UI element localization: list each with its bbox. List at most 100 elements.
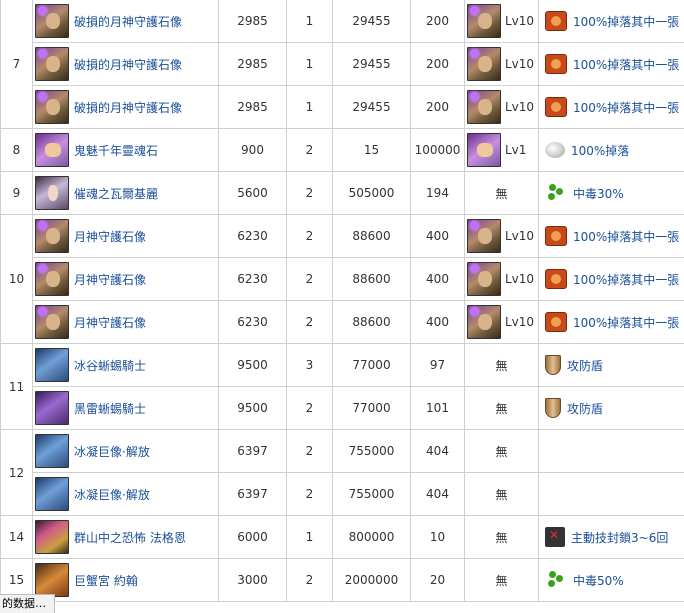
monster-name-link[interactable]: 黑雷蜥蜴騎士 — [74, 400, 146, 417]
pct-cell: 101 — [410, 386, 465, 430]
monster-name-link[interactable]: 群山中之恐怖 法格恩 — [74, 529, 186, 546]
statue-portrait-icon[interactable] — [467, 305, 501, 339]
table-row: 10 月神守護石像 6230 2 88600 400 Lv10 100%掉落其中… — [0, 214, 684, 344]
drop-text[interactable]: 攻防盾 — [567, 400, 603, 417]
cost-cell: 6397 — [218, 429, 287, 473]
pct-cell: 200 — [410, 0, 465, 43]
monster-name-link[interactable]: 破損的月神守護石像 — [74, 13, 182, 30]
level-cell: 1 — [286, 42, 333, 86]
cost-cell: 6000 — [218, 515, 287, 559]
ghost-portrait-icon[interactable] — [467, 133, 501, 167]
monster-name-link[interactable]: 月神守護石像 — [74, 228, 146, 245]
statue-portrait-icon[interactable] — [467, 90, 501, 124]
ghost-portrait-icon[interactable] — [35, 133, 69, 167]
cost-cell: 6397 — [218, 472, 287, 516]
evo-none: 無 — [464, 429, 539, 473]
drop-text[interactable]: 100%掉落其中一張 — [573, 56, 679, 73]
blue-knight-portrait-icon[interactable] — [35, 348, 69, 382]
ice-golem-portrait-icon[interactable] — [35, 434, 69, 468]
level-cell: 2 — [286, 386, 333, 430]
table-row: 8 鬼魅千年靈魂石 900 2 15 100000 Lv1 100%掉落 — [0, 128, 684, 172]
statue-portrait-icon[interactable] — [35, 219, 69, 253]
drop-text[interactable]: 100%掉落其中一張 — [573, 99, 679, 116]
statue-portrait-icon[interactable] — [467, 4, 501, 38]
table-row: 月神守護石像 6230 2 88600 400 Lv10 100%掉落其中一張 — [1, 257, 684, 301]
ice-golem-portrait-icon[interactable] — [35, 477, 69, 511]
statue-portrait-icon[interactable] — [35, 47, 69, 81]
drop-text[interactable]: 中毒30% — [573, 185, 624, 202]
statue-portrait-icon[interactable] — [35, 305, 69, 339]
table-row: 11 冰谷蜥蜴騎士 9500 3 77000 97 無 攻防盾 — [0, 343, 684, 430]
level-cell: 2 — [286, 429, 333, 473]
purple-knight-portrait-icon[interactable] — [35, 391, 69, 425]
cost-cell: 9500 — [218, 386, 287, 430]
drop-text[interactable]: 攻防盾 — [567, 357, 603, 374]
monster-name-link[interactable]: 破損的月神守護石像 — [74, 99, 182, 116]
drop-text[interactable]: 中毒50% — [573, 572, 624, 589]
exp-cell: 88600 — [332, 257, 411, 301]
level-cell: 2 — [286, 558, 333, 602]
monster-name-link[interactable]: 冰谷蜥蜴騎士 — [74, 357, 146, 374]
drop-text[interactable]: 100%掉落其中一張 — [573, 271, 679, 288]
statue-portrait-icon[interactable] — [467, 262, 501, 296]
stage-number: 8 — [0, 128, 33, 172]
poison-icon — [545, 570, 567, 590]
monster-name-link[interactable]: 催魂之瓦爾基麗 — [74, 185, 158, 202]
exp-cell: 755000 — [332, 472, 411, 516]
cost-cell: 6230 — [218, 214, 287, 258]
table-row: 7 破損的月神守護石像 2985 1 29455 200 Lv10 100%掉落… — [0, 0, 684, 129]
drop-text[interactable]: 100%掉落其中一張 — [573, 314, 679, 331]
stone-icon — [545, 142, 565, 158]
exp-cell: 800000 — [332, 515, 411, 559]
exp-cell: 77000 — [332, 386, 411, 430]
woman-portrait-icon[interactable] — [35, 176, 69, 210]
evo-level: Lv10 — [505, 272, 535, 286]
monster-name-link[interactable]: 冰凝巨像·解放 — [74, 486, 150, 503]
statue-portrait-icon[interactable] — [35, 90, 69, 124]
evo-none: 無 — [464, 386, 539, 430]
poison-icon — [545, 183, 567, 203]
drop-text[interactable]: 100%掉落其中一張 — [573, 13, 679, 30]
evo-none: 無 — [464, 515, 539, 559]
gold-beast-portrait-icon[interactable] — [35, 520, 69, 554]
exp-cell: 15 — [332, 128, 411, 172]
monster-name-link[interactable]: 月神守護石像 — [74, 314, 146, 331]
exp-cell: 755000 — [332, 429, 411, 473]
table-row: 黑雷蜥蜴騎士 9500 2 77000 101 無 攻防盾 — [1, 386, 684, 430]
statue-portrait-icon[interactable] — [467, 47, 501, 81]
drop-text[interactable]: 主動技封鎖3~6回 — [571, 529, 668, 546]
monster-name-link[interactable]: 鬼魅千年靈魂石 — [74, 142, 158, 159]
crab-portrait-icon[interactable] — [35, 563, 69, 597]
card-icon — [545, 269, 567, 289]
drop-text[interactable]: 100%掉落其中一張 — [573, 228, 679, 245]
table-row: 9 催魂之瓦爾基麗 5600 2 505000 194 無 中毒30% — [0, 171, 684, 215]
exp-cell: 29455 — [332, 85, 411, 129]
exp-cell: 88600 — [332, 300, 411, 344]
status-bar: 的数据… — [0, 594, 55, 613]
evo-none: 無 — [464, 343, 539, 387]
stage-number: 11 — [0, 343, 33, 430]
pct-cell: 404 — [410, 429, 465, 473]
stage-number: 10 — [0, 214, 33, 344]
level-cell: 1 — [286, 515, 333, 559]
level-cell: 2 — [286, 257, 333, 301]
level-cell: 2 — [286, 214, 333, 258]
monster-name-link[interactable]: 冰凝巨像·解放 — [74, 443, 150, 460]
monster-name-link[interactable]: 巨蟹宮 約翰 — [74, 572, 138, 589]
level-cell: 1 — [286, 85, 333, 129]
level-cell: 2 — [286, 472, 333, 516]
pct-cell: 400 — [410, 300, 465, 344]
stage-number: 12 — [0, 429, 33, 516]
statue-portrait-icon[interactable] — [467, 219, 501, 253]
drop-text[interactable]: 100%掉落 — [571, 142, 629, 159]
monster-name-link[interactable]: 破損的月神守護石像 — [74, 56, 182, 73]
pct-cell: 404 — [410, 472, 465, 516]
monster-name-link[interactable]: 月神守護石像 — [74, 271, 146, 288]
table-row: 破損的月神守護石像 2985 1 29455 200 Lv10 100%掉落其中… — [1, 42, 684, 86]
statue-portrait-icon[interactable] — [35, 4, 69, 38]
pct-cell: 194 — [410, 171, 465, 215]
cost-cell: 5600 — [218, 171, 287, 215]
exp-cell: 505000 — [332, 171, 411, 215]
pct-cell: 200 — [410, 85, 465, 129]
statue-portrait-icon[interactable] — [35, 262, 69, 296]
